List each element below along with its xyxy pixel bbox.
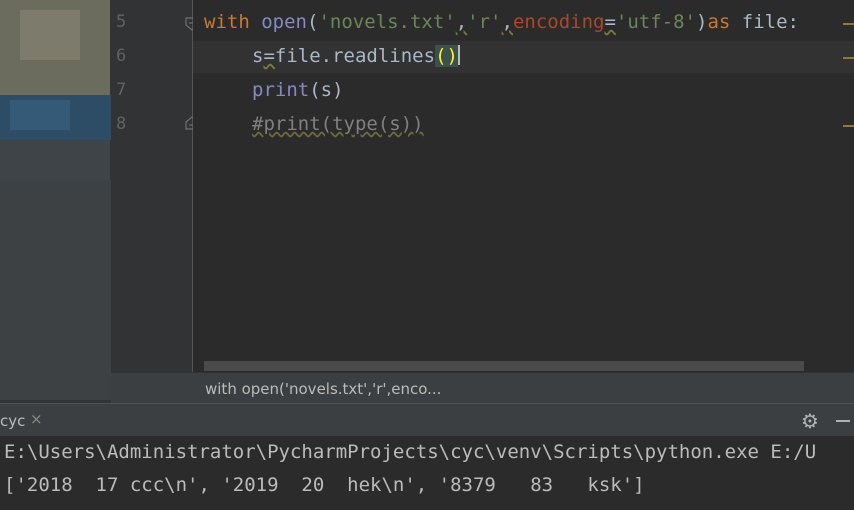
console-line: E:\Users\Administrator\PycharmProjects\c…	[4, 441, 817, 463]
minimize-icon[interactable]	[836, 420, 850, 422]
run-panel-header: cyc × ⚙	[0, 403, 854, 437]
error-stripe-marker[interactable]	[843, 125, 854, 127]
line-number-6: 6	[116, 46, 127, 66]
text-caret	[457, 45, 460, 65]
builtin-print: print	[252, 79, 310, 101]
call-args: (s)	[309, 79, 344, 101]
line-number-7: 7	[116, 80, 127, 100]
param-encoding: encoding	[512, 11, 605, 33]
comma: ,	[501, 11, 513, 33]
error-stripe-marker[interactable]	[843, 57, 854, 59]
code-rest: file:	[730, 11, 799, 33]
keyword-as: as	[707, 11, 731, 33]
error-stripe-marker[interactable]	[843, 23, 854, 25]
line-number-5: 5	[116, 12, 127, 32]
code-line-7[interactable]: print(s)	[252, 79, 344, 101]
equals: =	[604, 11, 616, 33]
bracket-highlight: (	[435, 45, 447, 67]
string-filename: 'novels.txt'	[318, 11, 456, 33]
code-line-8[interactable]: #print(type(s))	[252, 113, 424, 135]
keyword-with: with	[204, 11, 250, 33]
paren: )	[696, 11, 708, 33]
code-line-6[interactable]: s=file.readlines()	[252, 45, 460, 67]
bracket-highlight: )	[446, 45, 458, 67]
method-call: file.readlines	[274, 45, 436, 67]
breadcrumb[interactable]: with open('novels.txt','r',enco...	[205, 380, 441, 398]
run-console[interactable]: E:\Users\Administrator\PycharmProjects\c…	[0, 436, 854, 510]
gear-icon[interactable]: ⚙	[801, 409, 819, 433]
equals: =	[263, 45, 275, 67]
comma: ,	[455, 11, 468, 33]
close-icon[interactable]: ×	[30, 410, 43, 428]
console-line: ['2018 17 ccc\n', '2019 20 hek\n', '8379…	[4, 474, 645, 496]
string-encoding: 'utf-8'	[615, 11, 696, 33]
breadcrumb-bar: with open('novels.txt','r',enco...	[111, 372, 854, 404]
project-panel-strip	[0, 0, 111, 403]
run-tab-label[interactable]: cyc	[0, 412, 25, 430]
paren: (	[306, 11, 319, 33]
horizontal-scrollbar[interactable]	[204, 361, 804, 371]
builtin-open: open	[261, 11, 307, 33]
comment: #print(type(s))	[252, 113, 424, 135]
variable-s: s	[252, 45, 264, 67]
code-line-5[interactable]: with open('novels.txt','r',encoding='utf…	[204, 11, 799, 33]
line-number-8: 8	[116, 114, 127, 134]
string-mode: 'r'	[467, 11, 502, 33]
